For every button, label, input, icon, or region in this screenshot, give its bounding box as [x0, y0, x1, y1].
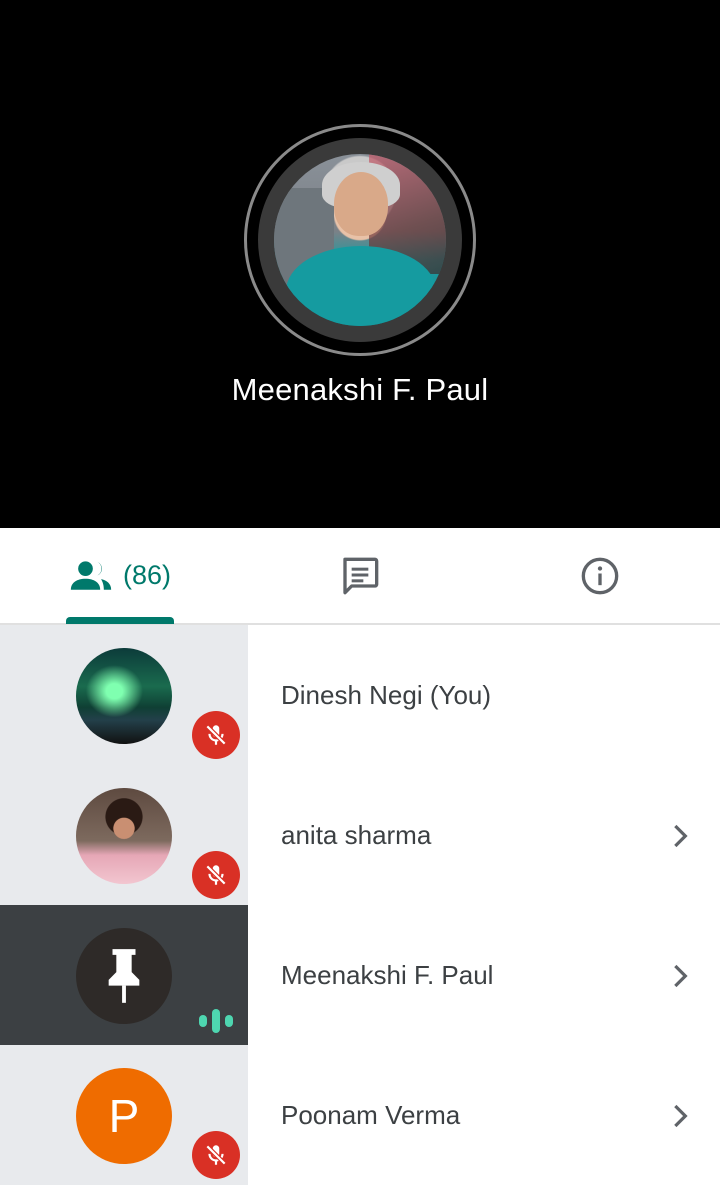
participant-row[interactable]: Dinesh Negi (You) — [0, 625, 720, 765]
people-icon — [70, 560, 112, 590]
speaker-avatar — [274, 154, 446, 326]
tab-selected-indicator — [66, 617, 174, 624]
participant-name: Dinesh Negi (You) — [281, 680, 492, 710]
avatar — [76, 788, 172, 884]
main-video-stage[interactable]: Meenakshi F. Paul — [0, 0, 720, 528]
mic-muted-icon — [192, 851, 240, 899]
chat-icon — [343, 557, 379, 594]
participant-name: Poonam Verma — [281, 1100, 461, 1130]
pin-icon — [108, 949, 140, 1003]
mic-muted-icon — [192, 711, 240, 759]
tab-info[interactable] — [480, 528, 720, 623]
participant-list: Dinesh Negi (You) anita sharma Meenakshi… — [0, 625, 720, 1185]
tab-people[interactable]: (86) — [0, 528, 240, 623]
speaker-name: Meenakshi F. Paul — [231, 372, 489, 407]
avatar — [76, 648, 172, 744]
tab-bar: (86) — [0, 528, 720, 625]
info-icon — [581, 557, 619, 594]
avatar: P — [76, 1068, 172, 1164]
participant-name: Meenakshi F. Paul — [281, 960, 494, 990]
participant-count: (86) — [122, 560, 171, 590]
participant-name: anita sharma — [281, 820, 432, 850]
chevron-right-icon[interactable] — [664, 960, 696, 992]
speaking-indicator-icon — [193, 1006, 239, 1036]
tab-chat[interactable] — [240, 528, 480, 623]
participant-row[interactable]: P Poonam Verma — [0, 1045, 720, 1185]
chevron-right-icon[interactable] — [664, 1100, 696, 1132]
participant-row[interactable]: anita sharma — [0, 765, 720, 905]
avatar — [76, 928, 172, 1024]
mic-muted-icon — [192, 1131, 240, 1179]
chevron-right-icon[interactable] — [664, 820, 696, 852]
participant-row[interactable]: Meenakshi F. Paul — [0, 905, 720, 1045]
